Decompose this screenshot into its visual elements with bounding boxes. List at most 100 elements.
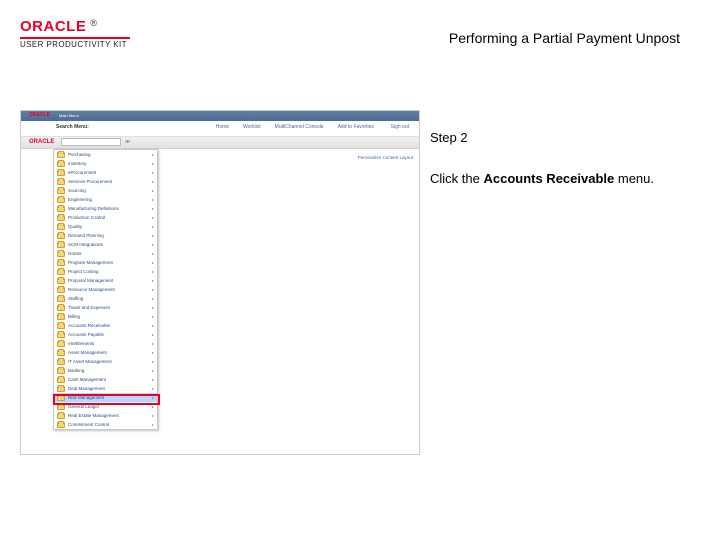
folder-icon [57, 314, 65, 320]
folder-icon [57, 386, 65, 392]
menu-item-label: Billing [68, 314, 152, 319]
folder-icon [57, 242, 65, 248]
menu-item[interactable]: Inventory▸ [54, 159, 157, 168]
folder-icon [57, 152, 65, 158]
brand-header: ORACLE ® USER PRODUCTIVITY KIT [20, 18, 130, 49]
menu-item-label: Engineering [68, 197, 152, 202]
menu-item[interactable]: Cash Management▸ [54, 375, 157, 384]
chevron-right-icon: ▸ [152, 314, 154, 319]
nav-link-worklist[interactable]: Worklist [243, 124, 261, 130]
menu-item[interactable]: Grants▸ [54, 249, 157, 258]
menu-item-label: Real Estate Management [68, 413, 152, 418]
menu-item[interactable]: Banking▸ [54, 366, 157, 375]
chevron-right-icon: ▸ [152, 404, 154, 409]
menu-item[interactable]: Purchasing▸ [54, 150, 157, 159]
chevron-right-icon: ▸ [152, 341, 154, 346]
chevron-right-icon: ▸ [152, 395, 154, 400]
chevron-right-icon: ▸ [152, 161, 154, 166]
folder-icon [57, 422, 65, 428]
search-go-icon[interactable]: ≫ [125, 139, 130, 145]
menu-item-label: eProcurement [68, 170, 152, 175]
menu-item-label: Demand Planning [68, 233, 152, 238]
menu-item[interactable]: Asset Management▸ [54, 348, 157, 357]
chevron-right-icon: ▸ [152, 215, 154, 220]
menu-item[interactable]: eSettlements▸ [54, 339, 157, 348]
menu-item[interactable]: Program Management▸ [54, 258, 157, 267]
chevron-right-icon: ▸ [152, 197, 154, 202]
nav-link-home[interactable]: Home [216, 124, 229, 130]
chevron-right-icon: ▸ [152, 323, 154, 328]
menu-item[interactable]: IT Asset Management▸ [54, 357, 157, 366]
menu-item-label: Proposal Management [68, 278, 152, 283]
menu-item[interactable]: Sourcing▸ [54, 186, 157, 195]
folder-icon [57, 170, 65, 176]
personalize-link[interactable]: Personalize Content Layout [358, 155, 413, 160]
folder-icon [57, 179, 65, 185]
chevron-right-icon: ▸ [152, 287, 154, 292]
main-menu-label[interactable]: Main Menu [59, 113, 79, 118]
menu-item[interactable]: Commitment Control▸ [54, 420, 157, 429]
menu-item[interactable]: Accounts Receivable▸ [54, 321, 157, 330]
step-instruction: Click the Accounts Receivable menu. [430, 171, 654, 188]
menu-item[interactable]: Production Control▸ [54, 213, 157, 222]
app-searchbar: ORACLE ≫ [21, 137, 419, 149]
menu-item[interactable]: Accounts Payable▸ [54, 330, 157, 339]
folder-icon [57, 224, 65, 230]
nav-link-mcc[interactable]: MultiChannel Console [275, 124, 324, 130]
main-menu-dropdown: Purchasing▸Inventory▸eProcurement▸Servic… [53, 149, 158, 430]
folder-icon [57, 413, 65, 419]
menu-item-label: Deal Management [68, 386, 152, 391]
chevron-right-icon: ▸ [152, 413, 154, 418]
chevron-right-icon: ▸ [152, 206, 154, 211]
menu-item[interactable]: Project Costing▸ [54, 267, 157, 276]
folder-icon [57, 332, 65, 338]
folder-icon [57, 161, 65, 167]
menu-item[interactable]: Resource Management▸ [54, 285, 157, 294]
folder-icon [57, 251, 65, 257]
menu-item[interactable]: Manufacturing Definitions▸ [54, 204, 157, 213]
menu-item[interactable]: Billing▸ [54, 312, 157, 321]
menu-item[interactable]: Real Estate Management▸ [54, 411, 157, 420]
menu-item[interactable]: Services Procurement▸ [54, 177, 157, 186]
search-input[interactable] [61, 138, 121, 146]
menu-item-label: Production Control [68, 215, 152, 220]
app-brand: ORACLE [29, 139, 54, 145]
menu-item[interactable]: General Ledger▸ [54, 402, 157, 411]
folder-icon [57, 368, 65, 374]
chevron-right-icon: ▸ [152, 305, 154, 310]
menu-item-label: Purchasing [68, 152, 152, 157]
chevron-right-icon: ▸ [152, 359, 154, 364]
folder-icon [57, 233, 65, 239]
step-text-after: menu. [614, 171, 654, 186]
folder-icon [57, 188, 65, 194]
menu-item[interactable]: Risk Management▸ [54, 393, 157, 402]
menu-item[interactable]: Quality▸ [54, 222, 157, 231]
menu-item-label: Resource Management [68, 287, 152, 292]
menu-item[interactable]: Proposal Management▸ [54, 276, 157, 285]
folder-icon [57, 296, 65, 302]
folder-icon [57, 395, 65, 401]
menu-item-label: Asset Management [68, 350, 152, 355]
menu-item-label: Staffing [68, 296, 152, 301]
chevron-right-icon: ▸ [152, 188, 154, 193]
instruction-column: Step 2 Click the Accounts Receivable men… [430, 130, 654, 188]
menu-item[interactable]: Staffing▸ [54, 294, 157, 303]
menu-item-label: SCM Integrations [68, 242, 152, 247]
menu-item[interactable]: Travel and Expenses▸ [54, 303, 157, 312]
menu-item[interactable]: eProcurement▸ [54, 168, 157, 177]
nav-link-signout[interactable]: Sign out [391, 124, 409, 130]
folder-icon [57, 404, 65, 410]
menu-item[interactable]: Demand Planning▸ [54, 231, 157, 240]
embedded-screenshot: ORACLE Main Menu Search Menu: Home Workl… [20, 110, 420, 455]
menu-item[interactable]: SCM Integrations▸ [54, 240, 157, 249]
menu-item-label: Quality [68, 224, 152, 229]
folder-icon [57, 305, 65, 311]
folder-icon [57, 269, 65, 275]
menu-item-label: Travel and Expenses [68, 305, 152, 310]
menu-item[interactable]: Engineering▸ [54, 195, 157, 204]
menu-item-label: Manufacturing Definitions [68, 206, 152, 211]
nav-link-fav[interactable]: Add to Favorites [338, 124, 374, 130]
chevron-right-icon: ▸ [152, 224, 154, 229]
menu-item[interactable]: Deal Management▸ [54, 384, 157, 393]
menu-item-label: General Ledger [68, 404, 152, 409]
